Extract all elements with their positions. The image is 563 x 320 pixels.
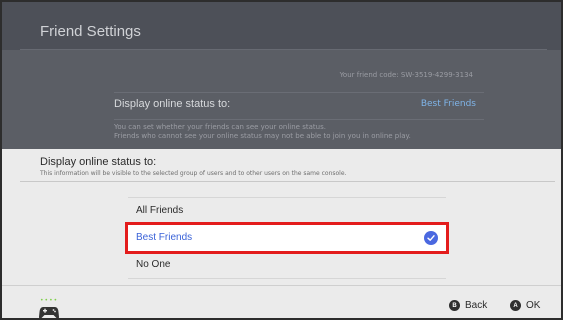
option-label: Best Friends (136, 232, 193, 243)
controller-icon (39, 304, 59, 318)
option-all-friends[interactable]: All Friends (128, 198, 446, 224)
ok-button[interactable]: A OK (510, 300, 540, 311)
setting-description-line-2: Friends who cannot see your online statu… (114, 132, 411, 140)
option-no-one[interactable]: No One (128, 252, 446, 278)
background-screen: Friend Settings Your friend code: SW-351… (2, 2, 561, 157)
page-title: Friend Settings (40, 23, 141, 40)
setting-description-line-1: You can set whether your friends can see… (114, 123, 326, 131)
friend-code: Your friend code: SW-3519-4299-3134 (339, 71, 473, 79)
option-best-friends[interactable]: Best Friends (125, 222, 449, 254)
player-indicator-icon: •••• (40, 297, 59, 304)
online-status-setting-row: Display online status to: Best Friends (114, 92, 484, 120)
setting-value: Best Friends (420, 99, 476, 109)
screen-frame: Friend Settings Your friend code: SW-351… (0, 0, 563, 320)
title-divider (20, 49, 547, 50)
background-header: Friend Settings (2, 2, 561, 50)
option-label: No One (136, 259, 171, 270)
ok-label: OK (526, 300, 541, 311)
option-label: All Friends (136, 205, 184, 216)
setting-label: Display online status to: (114, 98, 231, 110)
sheet-subtitle: This information will be visible to the … (40, 170, 347, 177)
checkmark-icon (424, 231, 438, 245)
footer-bar: •••• B Back A OK (2, 285, 561, 318)
sheet-divider (20, 181, 555, 182)
b-button-icon: B (449, 300, 460, 311)
sheet-title: Display online status to: (40, 156, 157, 168)
back-label: Back (465, 300, 488, 311)
a-button-icon: A (510, 300, 521, 311)
option-divider (128, 278, 446, 279)
back-button[interactable]: B Back (449, 300, 487, 311)
options-list: All Friends Best Friends No One (125, 197, 449, 279)
